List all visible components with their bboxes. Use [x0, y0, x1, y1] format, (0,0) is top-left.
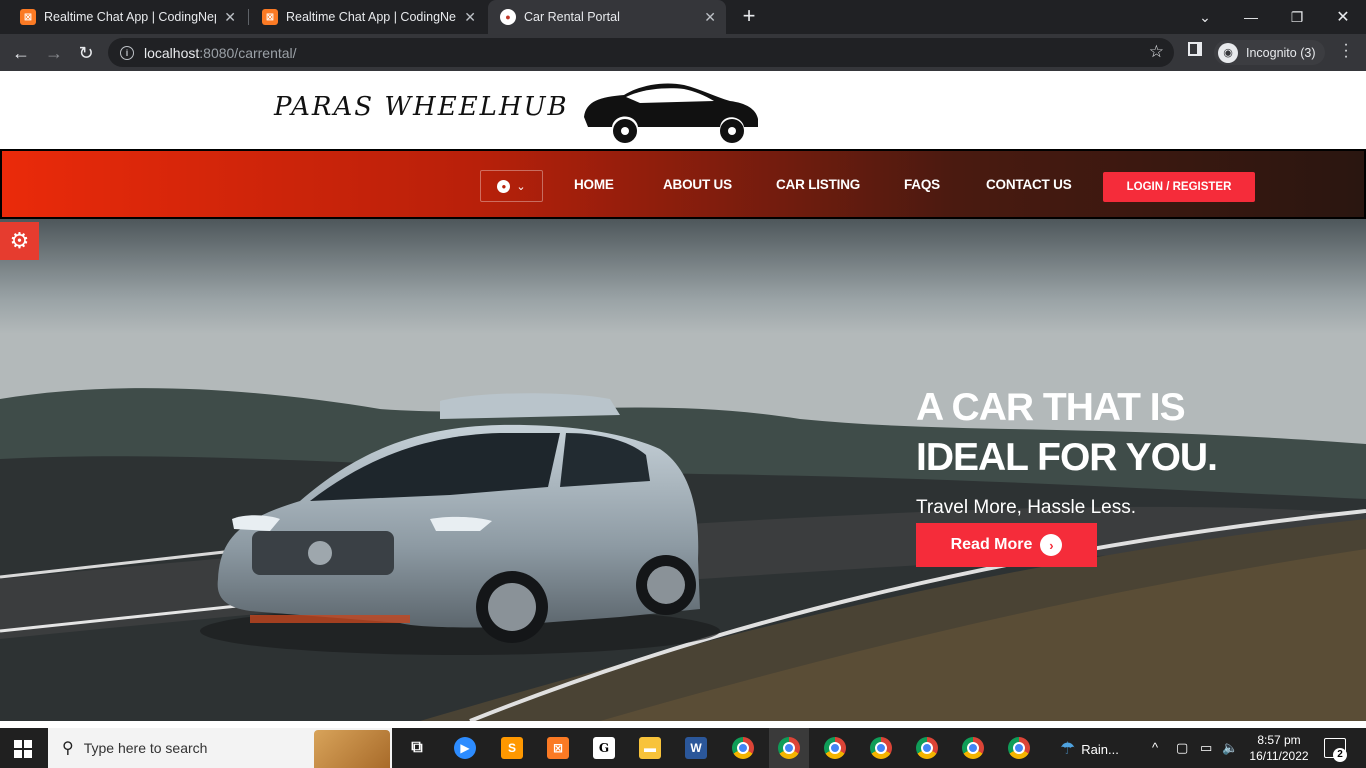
bookmark-star-icon[interactable]: ☆: [1149, 42, 1164, 62]
xampp-icon: ⊠: [20, 9, 36, 25]
browser-tab-2[interactable]: ⊠ Realtime Chat App | CodingNepal ✕: [250, 0, 486, 34]
settings-gear-button[interactable]: ⚙: [0, 222, 39, 260]
search-highlight-image: [314, 730, 390, 768]
web-page: PARAS WHEELHUB ● ⌄ HOME ABOUT US CAR LIS…: [0, 71, 1366, 721]
hero-subtitle: Travel More, Hassle Less.: [916, 497, 1136, 518]
notification-count-badge: 2: [1333, 748, 1347, 762]
browser-tab-3[interactable]: ● Car Rental Portal ✕: [488, 0, 726, 34]
chrome-incognito-icon[interactable]: [778, 737, 800, 759]
hero-title-line-2: IDEAL FOR YOU.: [916, 436, 1218, 479]
chevron-down-icon: ⌄: [516, 180, 526, 193]
word-icon[interactable]: W: [685, 737, 707, 759]
weather-label: Rain...: [1081, 741, 1119, 757]
user-circle-icon: ●: [497, 179, 511, 193]
user-dropdown[interactable]: ● ⌄: [480, 170, 543, 202]
browser-menu-icon[interactable]: · · ·: [1338, 37, 1354, 65]
nav-contact-us[interactable]: CONTACT US: [986, 177, 1072, 192]
meet-now-icon[interactable]: ▢: [1176, 740, 1188, 756]
chrome-icon[interactable]: [1008, 737, 1030, 759]
window-close-button[interactable]: ✕: [1320, 0, 1366, 34]
chrome-icon[interactable]: [916, 737, 938, 759]
read-more-button[interactable]: Read More ›: [916, 523, 1097, 567]
incognito-label: Incognito (3): [1246, 45, 1316, 60]
xampp-icon[interactable]: ⊠: [547, 737, 569, 759]
read-more-label: Read More: [950, 536, 1033, 553]
windows-taskbar: ⚲ Type here to search ⧉ ▶ S ⊠ G ▬ W ☂ Ra…: [0, 728, 1366, 768]
back-icon[interactable]: ←: [7, 39, 35, 67]
sublime-text-icon[interactable]: S: [501, 737, 523, 759]
minimize-button[interactable]: —: [1228, 0, 1274, 34]
hero-title-line-1: A CAR THAT IS: [916, 386, 1186, 429]
grammarly-g-icon[interactable]: G: [593, 737, 615, 759]
car-logo-icon[interactable]: [580, 79, 762, 143]
hero-title: A CAR THAT IS IDEAL FOR YOU.: [916, 383, 1336, 483]
chevron-up-icon[interactable]: ^: [1152, 740, 1158, 755]
weather-widget[interactable]: ☂ Rain...: [1060, 739, 1119, 759]
hero-banner: ⚙ A CAR THAT IS IDEAL FOR YOU. Travel Mo…: [0, 219, 1366, 721]
browser-toolbar: ← → ↻ i localhost:8080/carrental/ ☆: [0, 34, 1366, 71]
search-icon: ⚲: [62, 740, 74, 757]
zoom-icon[interactable]: ▶: [454, 737, 476, 759]
rain-umbrella-icon: ☂: [1060, 739, 1076, 758]
side-panel-icon[interactable]: [1188, 42, 1202, 56]
url-path: :8080/carrental/: [199, 44, 297, 61]
chevron-right-icon: ›: [1040, 534, 1063, 556]
battery-icon[interactable]: ▭: [1200, 740, 1212, 756]
taskbar-search-box[interactable]: ⚲ Type here to search: [48, 728, 392, 768]
close-icon[interactable]: ✕: [224, 9, 236, 26]
tab-title: Realtime Chat App | CodingNepal: [286, 10, 457, 24]
browser-tab-bar: ⊠ Realtime Chat App | CodingNepal ✕ ⊠ Re…: [0, 0, 1366, 34]
clock-time: 8:57 pm: [1257, 733, 1301, 747]
new-tab-button[interactable]: +: [736, 4, 762, 30]
close-icon[interactable]: ✕: [464, 9, 476, 26]
nav-faqs[interactable]: FAQS: [904, 177, 940, 192]
file-explorer-icon[interactable]: ▬: [639, 737, 661, 759]
speaker-icon[interactable]: 🔈: [1222, 740, 1238, 756]
incognito-icon: ◉: [1218, 42, 1238, 63]
tab-title: Realtime Chat App | CodingNepal: [44, 10, 217, 24]
forward-icon[interactable]: →: [40, 39, 68, 67]
browser-tab-1[interactable]: ⊠ Realtime Chat App | CodingNepal ✕: [8, 0, 246, 34]
reload-icon[interactable]: ↻: [72, 39, 100, 67]
tab-title: Car Rental Portal: [524, 10, 620, 24]
chrome-icon[interactable]: [870, 737, 892, 759]
main-navbar: ● ⌄ HOME ABOUT US CAR LISTING FAQS CONTA…: [0, 149, 1366, 219]
windows-start-icon[interactable]: [14, 740, 32, 758]
nav-home[interactable]: HOME: [574, 177, 614, 192]
site-logo-text[interactable]: PARAS WHEELHUB: [274, 92, 569, 122]
taskbar-search-placeholder: Type here to search: [83, 740, 208, 756]
restore-button[interactable]: ❐: [1274, 0, 1320, 34]
site-info-icon[interactable]: i: [120, 45, 134, 60]
incognito-badge[interactable]: ◉ Incognito (3): [1214, 40, 1326, 65]
tab-search-icon[interactable]: ⌄: [1182, 0, 1228, 34]
chrome-icon[interactable]: [824, 737, 846, 759]
task-view-icon[interactable]: ⧉: [406, 737, 428, 759]
car-icon: ●: [500, 9, 516, 25]
address-bar[interactable]: i localhost:8080/carrental/ ☆: [108, 38, 1174, 67]
login-register-button[interactable]: LOGIN / REGISTER: [1103, 172, 1255, 202]
xampp-icon: ⊠: [262, 9, 278, 25]
close-icon[interactable]: ✕: [704, 9, 716, 26]
nav-car-listing[interactable]: CAR LISTING: [776, 177, 860, 192]
chrome-icon[interactable]: [732, 737, 754, 759]
clock-date: 16/11/2022: [1249, 749, 1309, 763]
tab-separator: [248, 9, 249, 25]
logo-band: PARAS WHEELHUB: [0, 71, 1366, 149]
url-host: localhost: [144, 44, 200, 61]
nav-about-us[interactable]: ABOUT US: [663, 177, 732, 192]
taskbar-clock[interactable]: 8:57 pm 16/11/2022: [1246, 732, 1312, 764]
chrome-icon[interactable]: [962, 737, 984, 759]
